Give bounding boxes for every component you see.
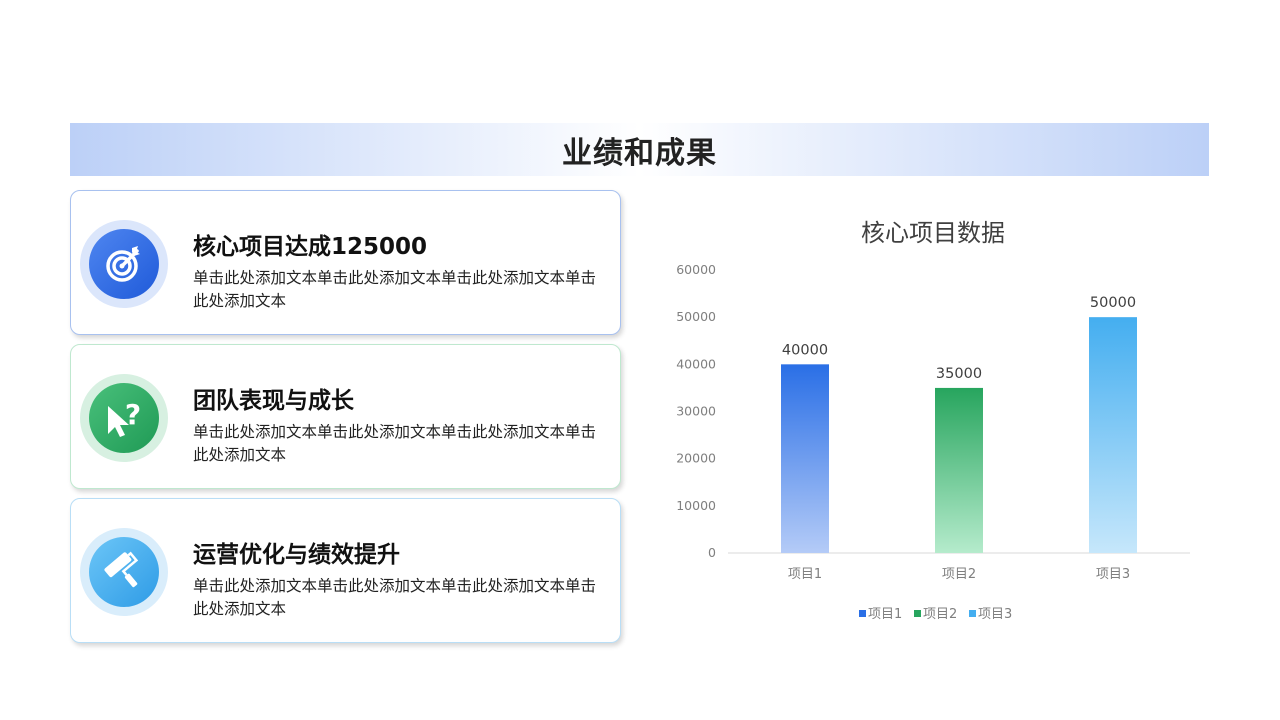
- y-tick-label: 10000: [676, 498, 716, 513]
- y-axis: 0 10000 20000 30000 40000 50000 60000: [676, 262, 716, 560]
- y-tick-label: 40000: [676, 356, 716, 371]
- bar-项目2: [935, 387, 983, 553]
- bars: 40000 35000 50000: [781, 295, 1137, 553]
- icon-halo: ?: [80, 374, 168, 462]
- y-tick-label: 60000: [676, 262, 716, 277]
- x-tick-label: 项目1: [788, 567, 822, 582]
- chart-svg: 核心项目数据 0 10000 20000 30000 40000 50000 60000 4…: [676, 219, 1190, 622]
- card-description: 单击此处添加文本单击此处添加文本单击此处添加文本单击此处添加文本: [193, 577, 597, 618]
- y-tick-label: 0: [708, 545, 716, 560]
- x-tick-label: 项目3: [1096, 567, 1130, 582]
- card-description: 单击此处添加文本单击此处添加文本单击此处添加文本单击此处添加文本: [193, 423, 597, 464]
- svg-text:?: ?: [125, 398, 141, 431]
- card-core-project: 核心项目达成125000 单击此处添加文本单击此处添加文本单击此处添加文本单击此…: [70, 190, 621, 335]
- chart-title: 核心项目数据: [861, 219, 1005, 247]
- legend-label: 项目1: [868, 607, 902, 622]
- paint-roller-icon: [89, 537, 159, 607]
- y-tick-label: 20000: [676, 451, 716, 466]
- y-tick-label: 50000: [676, 309, 716, 324]
- x-tick-label: 项目2: [942, 567, 976, 582]
- target-icon: [89, 229, 159, 299]
- card-title: 运营优化与绩效提升: [193, 542, 400, 568]
- card-description: 单击此处添加文本单击此处添加文本单击此处添加文本单击此处添加文本: [193, 269, 597, 310]
- card-team-performance: ? 团队表现与成长 单击此处添加文本单击此处添加文本单击此处添加文本单击此处添加…: [70, 344, 621, 489]
- data-label: 50000: [1090, 295, 1136, 311]
- cursor-question-icon: ?: [89, 383, 159, 453]
- legend-swatch: [914, 610, 921, 617]
- bar-项目1: [781, 364, 829, 553]
- legend-swatch: [859, 610, 866, 617]
- bar-chart: 核心项目数据 0 10000 20000 30000 40000 50000 60000 4…: [650, 200, 1230, 640]
- bar-项目3: [1089, 317, 1137, 553]
- icon-halo: [80, 220, 168, 308]
- card-operations: 运营优化与绩效提升 单击此处添加文本单击此处添加文本单击此处添加文本单击此处添加…: [70, 498, 621, 643]
- legend-label: 项目2: [923, 607, 957, 622]
- legend-label: 项目3: [978, 607, 1012, 622]
- card-title: 核心项目达成125000: [193, 234, 428, 260]
- page-title: 业绩和成果: [562, 135, 717, 171]
- icon-halo: [80, 528, 168, 616]
- legend-swatch: [969, 610, 976, 617]
- title-band: 业绩和成果: [70, 123, 1209, 176]
- card-title: 团队表现与成长: [193, 388, 354, 414]
- data-label: 35000: [936, 366, 982, 382]
- y-tick-label: 30000: [676, 404, 716, 419]
- x-axis: 项目1 项目2 项目3: [788, 567, 1130, 582]
- legend: 项目1 项目2 项目3: [859, 607, 1012, 622]
- data-label: 40000: [782, 342, 828, 358]
